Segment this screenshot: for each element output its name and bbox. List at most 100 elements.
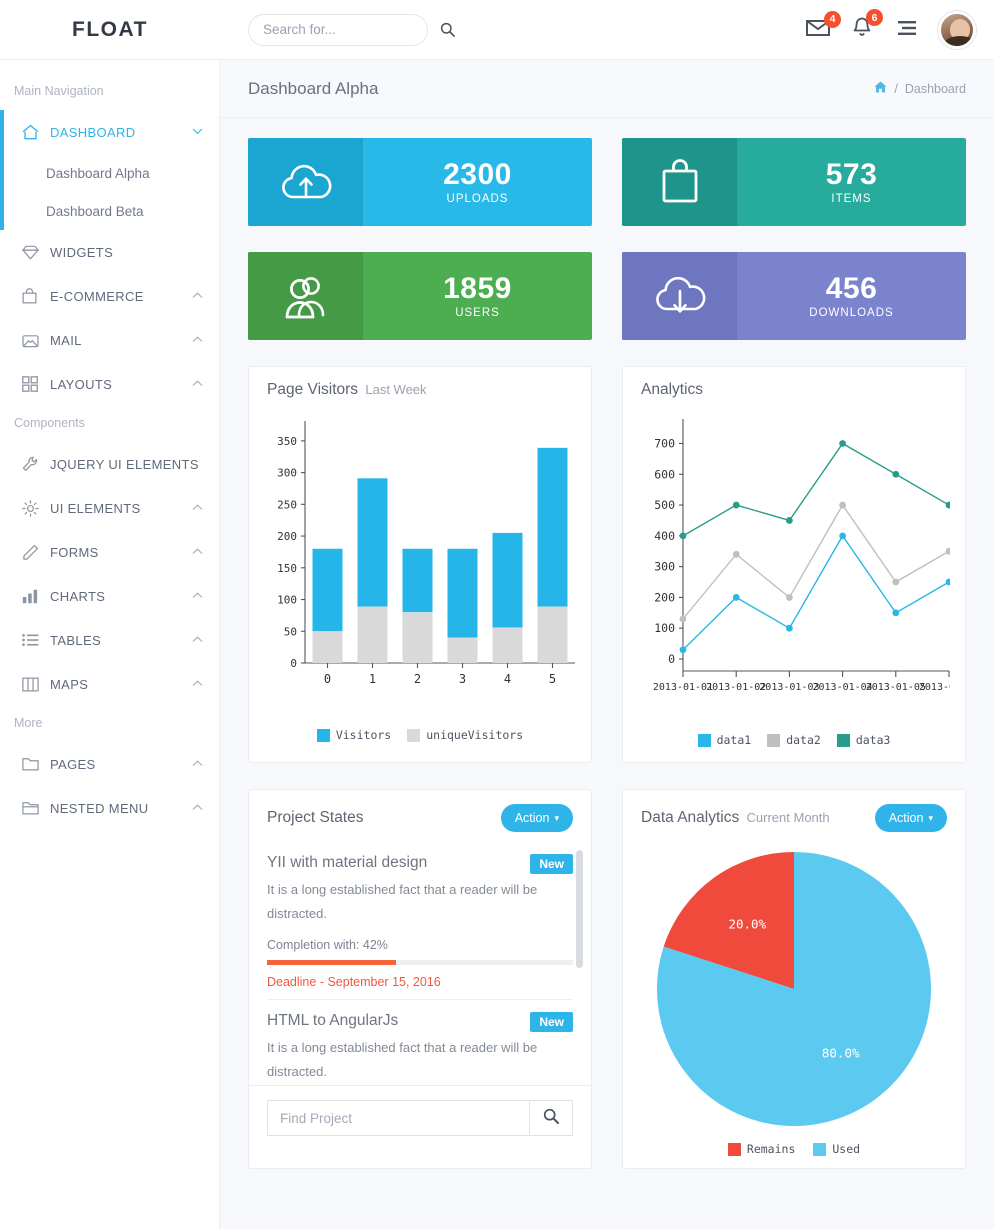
breadcrumb: / Dashboard	[874, 81, 966, 96]
chevron-up-icon	[192, 335, 203, 346]
line-chart-legend: data1 data2 data3	[623, 733, 965, 747]
stat-card-uploads[interactable]: 2300 UPLOADS	[248, 138, 592, 226]
panel-header: Page Visitors Last Week	[249, 367, 591, 407]
legend-item-used[interactable]: Used	[813, 1142, 860, 1156]
svg-text:2013-01-04: 2013-01-04	[812, 682, 872, 693]
sidebar-item-label: PAGES	[50, 756, 96, 772]
chevron-up-icon	[192, 379, 203, 390]
stat-cards: 2300 UPLOADS 573 ITEMS 1859 USERS 456 DO…	[248, 138, 966, 340]
project-action-button[interactable]: Action ▾	[500, 804, 573, 832]
stat-card-items[interactable]: 573 ITEMS	[622, 138, 966, 226]
stat-value: 1859	[443, 271, 512, 305]
sidebar-item-ui-elements[interactable]: UI ELEMENTS	[0, 486, 219, 530]
sidebar-item-jquery-ui-elements[interactable]: JQUERY UI ELEMENTS	[0, 442, 219, 486]
find-project-button[interactable]	[529, 1100, 573, 1136]
stat-caption: DOWNLOADS	[809, 307, 894, 320]
find-project-input[interactable]	[267, 1100, 529, 1136]
svg-text:700: 700	[654, 436, 675, 450]
svg-text:1: 1	[369, 672, 376, 686]
svg-text:350: 350	[277, 435, 297, 448]
sidebar-item-maps[interactable]: MAPS	[0, 662, 219, 706]
sidebar-item-label: UI ELEMENTS	[50, 500, 141, 516]
bag-icon	[22, 288, 50, 304]
analytics-action-button[interactable]: Action ▾	[874, 804, 947, 832]
chevron-up-icon	[192, 679, 203, 690]
map-icon	[22, 677, 50, 692]
panel-data-analytics: Data Analytics Current Month Action ▾ 20…	[622, 789, 966, 1169]
home-icon[interactable]	[874, 81, 887, 96]
panel-title-text: Page Visitors	[267, 381, 359, 398]
svg-text:0: 0	[668, 652, 675, 666]
legend-item-remains[interactable]: Remains	[727, 1142, 796, 1156]
panel-title-text: Data Analytics	[641, 809, 740, 826]
svg-text:100: 100	[277, 594, 297, 607]
sidebar-item-dashboard[interactable]: DASHBOARD	[0, 110, 219, 154]
panel-analytics: Analytics 0 100 200 300 400 500 600 700 2013-01-…	[622, 366, 979, 763]
pie-chart-legend: Remains Used	[623, 1142, 965, 1168]
search-box[interactable]	[248, 13, 455, 46]
sidebar-section-components: Components	[14, 416, 85, 430]
sidebar-item-widgets[interactable]: WIDGETS	[0, 230, 219, 274]
sidebar-item-pages[interactable]: PAGES	[0, 742, 219, 786]
messages-button[interactable]: 4	[806, 10, 841, 42]
sidebar-item-tables[interactable]: TABLES	[0, 618, 219, 662]
brand-logo[interactable]: FLOAT	[0, 18, 220, 42]
chevron-down-icon: ▾	[554, 812, 559, 823]
sidebar-item-label: DASHBOARD	[50, 124, 136, 140]
notifications-button[interactable]: 6	[852, 9, 883, 43]
menu-toggle-button[interactable]	[894, 20, 916, 41]
project-list[interactable]: YII with material design New It is a lon…	[249, 842, 591, 1085]
breadcrumb-separator: /	[894, 81, 898, 96]
sidebar-item-nested-menu[interactable]: NESTED MENU	[0, 786, 219, 830]
sidebar-item-charts[interactable]: CHARTS	[0, 574, 219, 618]
avatar[interactable]	[938, 11, 976, 49]
svg-text:0: 0	[290, 657, 297, 670]
legend-item-data1[interactable]: data1	[697, 733, 751, 747]
sidebar-subitem-dashboard-alpha[interactable]: Dashboard Alpha	[0, 154, 219, 192]
wrench-icon	[22, 456, 50, 473]
sidebar-item-forms[interactable]: FORMS	[0, 530, 219, 574]
search-input[interactable]	[263, 22, 440, 37]
shopping-bag-icon	[622, 138, 737, 226]
app-shell: Main Navigation DASHBOARD Dashboard Alph…	[0, 60, 994, 1229]
project-list-scrollbar[interactable]	[576, 850, 583, 968]
stat-card-body: 573 ITEMS	[737, 138, 966, 226]
stat-caption: USERS	[455, 307, 500, 320]
stat-value: 2300	[443, 157, 512, 191]
stat-value: 573	[825, 157, 878, 191]
sidebar-subitem-dashboard-beta[interactable]: Dashboard Beta	[0, 192, 219, 230]
legend-item-data3[interactable]: data3	[836, 733, 890, 747]
project-header: YII with material design New	[267, 854, 573, 874]
svg-text:100: 100	[654, 621, 675, 635]
chevron-up-icon	[192, 759, 203, 770]
list-item[interactable]: YII with material design New It is a lon…	[267, 842, 573, 1001]
panel-header: Analytics	[623, 367, 965, 407]
stat-card-downloads[interactable]: 456 DOWNLOADS	[622, 252, 966, 340]
legend-label: Used	[832, 1142, 861, 1156]
project-name: YII with material design	[267, 854, 428, 871]
sidebar-item-label: WIDGETS	[50, 244, 114, 260]
progress-bar-fill	[267, 960, 396, 966]
legend-item-unique-visitors[interactable]: uniqueVisitors	[407, 728, 523, 742]
stat-card-users[interactable]: 1859 USERS	[248, 252, 592, 340]
legend-item-data2[interactable]: data2	[767, 733, 821, 747]
search-icon[interactable]	[440, 22, 455, 37]
sidebar-item-mail[interactable]: MAIL	[0, 318, 219, 362]
mail-icon	[22, 333, 50, 348]
gear-icon	[22, 499, 50, 517]
panel-header: Project States Action ▾	[249, 790, 591, 840]
legend-item-visitors[interactable]: Visitors	[316, 728, 391, 742]
svg-text:2013-01-02: 2013-01-02	[706, 682, 766, 693]
legend-label: Remains	[746, 1142, 796, 1156]
legend-swatch	[836, 733, 850, 747]
sidebar-item-layouts[interactable]: LAYOUTS	[0, 362, 219, 406]
legend-swatch	[407, 728, 421, 742]
list-item[interactable]: HTML to AngularJs New It is a long estab…	[267, 1000, 573, 1085]
progress-bar-track	[267, 960, 573, 966]
svg-text:0: 0	[324, 672, 331, 686]
svg-text:2013-01-05: 2013-01-05	[866, 682, 926, 693]
svg-text:50: 50	[284, 625, 297, 638]
page-title: Dashboard Alpha	[248, 78, 379, 98]
bar-chart-svg: 0 50 100 150 200 250 300 350 0 1 2 3 4 5	[277, 421, 575, 686]
sidebar-item-ecommerce[interactable]: E-COMMERCE	[0, 274, 219, 318]
